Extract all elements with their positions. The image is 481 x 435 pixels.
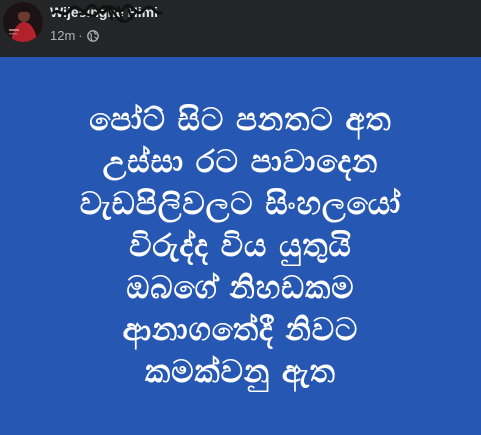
post-header: Wijesinghe Himi 12m · <box>0 0 481 56</box>
globe-icon[interactable] <box>86 29 99 42</box>
post-text-line: ආනාගතේදී නිවට <box>122 312 359 348</box>
author-avatar[interactable] <box>3 2 43 42</box>
post-text-line: පෝට් සිට පනතට අත <box>89 102 392 138</box>
author-name[interactable]: Wijesinghe Himi <box>50 4 158 20</box>
post-colored-background: පෝට් සිට පනතට අත උස්සා රට පාවාදෙන වැඩපිල… <box>0 57 481 435</box>
facebook-post: Wijesinghe Himi 12m · පෝට් සිට පනතට අත උ… <box>0 0 481 435</box>
profile-photo-icon <box>3 2 43 42</box>
post-text-line: කමක්වනු ඇත <box>145 354 336 390</box>
post-timestamp[interactable]: 12m <box>50 28 75 43</box>
post-text-line: විරුද්ද විය යුතුයි <box>129 228 352 264</box>
post-text-line: උස්සා රට පාවාදෙන <box>102 144 379 180</box>
post-text-line: වැඩපිලිවලට සිංහලයෝ <box>79 186 402 222</box>
meta-separator: · <box>78 28 83 43</box>
post-text-line: ඔබගේ නිහඩකම <box>126 270 355 306</box>
post-meta: 12m · <box>50 28 99 43</box>
